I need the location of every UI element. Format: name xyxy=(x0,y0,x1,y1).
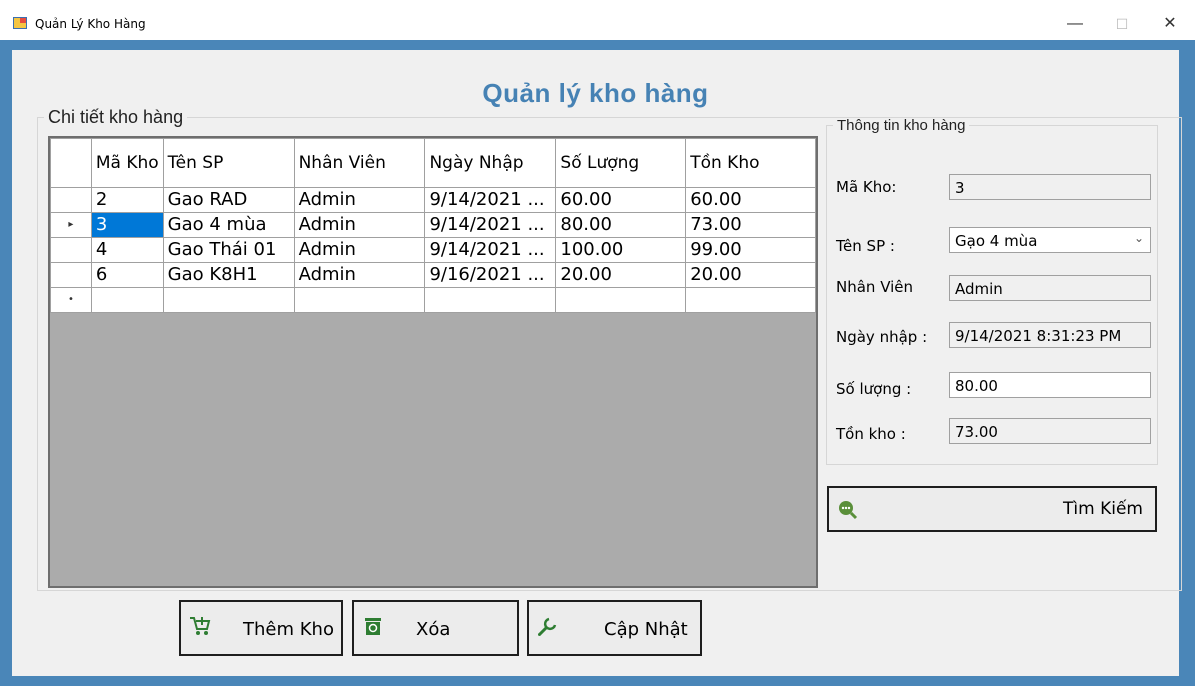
grid-header-row: Mã Kho Tên SP Nhân Viên Ngày Nhập Số Lượ… xyxy=(50,138,816,188)
so-luong-label: Số lượng : xyxy=(836,380,912,398)
delete-button-label: Xóa xyxy=(416,619,451,640)
cell-ton-kho[interactable]: 20.00 xyxy=(685,262,816,288)
cell-ma-kho[interactable]: 6 xyxy=(90,262,164,288)
table-row-selected[interactable]: ▸ 3 Gao 4 mùa Admin 9/14/2021 ... 80.00 … xyxy=(50,212,816,238)
new-row-indicator[interactable]: • xyxy=(50,287,92,313)
cell-ten-sp[interactable]: Gao Thái 01 xyxy=(162,237,295,263)
grid-group-legend: Chi tiết kho hàng xyxy=(48,107,184,127)
nhan-vien-field[interactable]: Admin xyxy=(949,275,1151,301)
cell-nhan-vien[interactable]: Admin xyxy=(293,262,426,288)
cell-ngay-nhap[interactable]: 9/16/2021 ... xyxy=(424,262,557,288)
update-button[interactable]: Cập Nhật xyxy=(527,600,702,656)
column-header-nhan-vien[interactable]: Nhân Viên xyxy=(293,138,426,188)
ma-kho-label: Mã Kho: xyxy=(836,178,897,196)
cell-so-luong[interactable]: 60.00 xyxy=(555,187,687,213)
close-button[interactable]: ✕ xyxy=(1150,10,1190,38)
search-button-label: Tìm Kiếm xyxy=(1063,499,1143,519)
cell-ten-sp[interactable]: Gao 4 mùa xyxy=(162,212,295,238)
nhan-vien-label: Nhân Viên xyxy=(836,278,914,296)
new-cell[interactable] xyxy=(293,287,426,313)
cell-ton-kho[interactable]: 73.00 xyxy=(685,212,816,238)
cell-ton-kho[interactable]: 99.00 xyxy=(685,237,816,263)
add-button[interactable]: Thêm Kho xyxy=(179,600,343,656)
cell-ten-sp[interactable]: Gao K8H1 xyxy=(162,262,295,288)
ton-kho-label: Tồn kho : xyxy=(836,425,906,443)
new-cell[interactable] xyxy=(90,287,164,313)
cell-nhan-vien[interactable]: Admin xyxy=(293,237,426,263)
row-header-corner xyxy=(50,138,92,188)
add-cart-icon xyxy=(190,617,211,635)
cell-nhan-vien[interactable]: Admin xyxy=(293,212,426,238)
cell-ma-kho[interactable]: 4 xyxy=(90,237,164,263)
recycle-bin-icon xyxy=(365,618,381,635)
data-grid[interactable]: Mã Kho Tên SP Nhân Viên Ngày Nhập Số Lượ… xyxy=(48,136,818,588)
cell-so-luong[interactable]: 80.00 xyxy=(555,212,687,238)
cell-ma-kho[interactable]: 2 xyxy=(90,187,164,213)
new-cell[interactable] xyxy=(555,287,687,313)
cell-so-luong[interactable]: 100.00 xyxy=(555,237,687,263)
search-icon xyxy=(839,501,858,520)
row-header[interactable] xyxy=(50,187,92,213)
title-bar: Quản Lý Kho Hàng — ☐ ✕ xyxy=(0,0,1195,41)
delete-button[interactable]: Xóa xyxy=(352,600,519,656)
cell-ton-kho[interactable]: 60.00 xyxy=(685,187,816,213)
ten-sp-label: Tên SP : xyxy=(836,237,895,255)
app-icon xyxy=(13,17,27,29)
chevron-down-icon: ⌄ xyxy=(1133,231,1144,245)
table-row[interactable]: 2 Gao RAD Admin 9/14/2021 ... 60.00 60.0… xyxy=(50,187,816,213)
row-header[interactable] xyxy=(50,237,92,263)
ton-kho-field[interactable]: 73.00 xyxy=(949,418,1151,444)
new-row[interactable]: • xyxy=(50,287,816,313)
new-cell[interactable] xyxy=(162,287,295,313)
wrench-icon xyxy=(538,617,557,636)
window-title: Quản Lý Kho Hàng xyxy=(35,17,146,31)
client-area: Chi tiết kho hàng Quản lý kho hàng Mã Kh… xyxy=(12,50,1182,676)
cell-ma-kho[interactable]: 3 xyxy=(90,212,164,238)
ma-kho-field[interactable]: 3 xyxy=(949,174,1151,200)
ten-sp-selected-value: Gạo 4 mùa xyxy=(955,232,1038,250)
cell-ten-sp[interactable]: Gao RAD xyxy=(162,187,295,213)
window-frame: Chi tiết kho hàng Quản lý kho hàng Mã Kh… xyxy=(0,40,1195,686)
ngay-nhap-label: Ngày nhập : xyxy=(836,328,928,346)
search-button[interactable]: Tìm Kiếm xyxy=(827,486,1157,532)
minimize-button[interactable]: — xyxy=(1055,10,1095,38)
column-header-ton-kho[interactable]: Tồn Kho xyxy=(685,138,816,188)
add-button-label: Thêm Kho xyxy=(243,619,334,640)
maximize-button[interactable]: ☐ xyxy=(1102,10,1142,38)
table-row[interactable]: 6 Gao K8H1 Admin 9/16/2021 ... 20.00 20.… xyxy=(50,262,816,288)
page-title: Quản lý kho hàng xyxy=(454,78,737,108)
cell-ngay-nhap[interactable]: 9/14/2021 ... xyxy=(424,212,557,238)
so-luong-field[interactable]: 80.00 xyxy=(949,372,1151,398)
column-header-ngay-nhap[interactable]: Ngày Nhập xyxy=(424,138,557,188)
cell-ngay-nhap[interactable]: 9/14/2021 ... xyxy=(424,237,557,263)
ten-sp-select[interactable]: Gạo 4 mùa ⌄ xyxy=(949,227,1151,253)
update-button-label: Cập Nhật xyxy=(604,619,688,640)
new-cell[interactable] xyxy=(424,287,557,313)
detail-group-legend: Thông tin kho hàng xyxy=(837,117,966,134)
column-header-so-luong[interactable]: Số Lượng xyxy=(555,138,687,188)
column-header-ten-sp[interactable]: Tên SP xyxy=(162,138,295,188)
data-grid-table: Mã Kho Tên SP Nhân Viên Ngày Nhập Số Lượ… xyxy=(50,138,816,313)
column-header-ma-kho[interactable]: Mã Kho xyxy=(90,138,164,188)
cell-ngay-nhap[interactable]: 9/14/2021 ... xyxy=(424,187,557,213)
current-row-indicator[interactable]: ▸ xyxy=(50,212,92,238)
row-header[interactable] xyxy=(50,262,92,288)
new-cell[interactable] xyxy=(685,287,816,313)
cell-so-luong[interactable]: 20.00 xyxy=(555,262,687,288)
ngay-nhap-field[interactable]: 9/14/2021 8:31:23 PM xyxy=(949,322,1151,348)
table-row[interactable]: 4 Gao Thái 01 Admin 9/14/2021 ... 100.00… xyxy=(50,237,816,263)
cell-nhan-vien[interactable]: Admin xyxy=(293,187,426,213)
